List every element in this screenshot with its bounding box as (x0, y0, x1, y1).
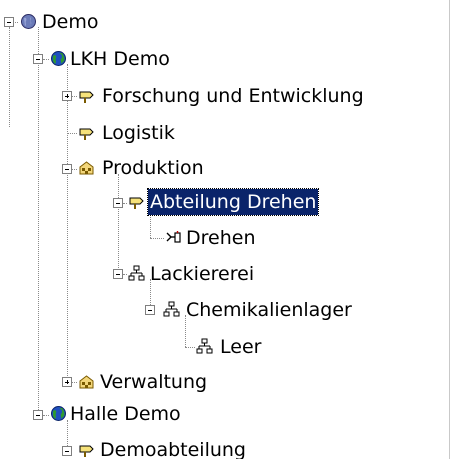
tree-node-drehen[interactable]: Drehen (184, 225, 258, 251)
org-chart-icon (196, 338, 213, 355)
collapse-toggle-halle-demo[interactable] (33, 410, 43, 420)
lathe-icon (165, 229, 182, 246)
tree-connector (150, 238, 164, 239)
signpost-icon (78, 124, 95, 141)
collapse-toggle-abteilung-drehen[interactable] (113, 198, 123, 208)
tree-connector (43, 59, 49, 60)
tree-connector (43, 415, 49, 416)
tree-node-demoabteilung[interactable]: Demoabteilung (98, 437, 248, 459)
tree-node-halle-demo[interactable]: Halle Demo (68, 401, 183, 427)
collapse-toggle-lackiererei[interactable] (113, 269, 123, 279)
collapse-toggle-produktion[interactable] (62, 164, 72, 174)
tree-node-lackiererei[interactable]: Lackiererei (148, 261, 256, 287)
tree-connector (118, 174, 119, 274)
globe-icon (50, 50, 67, 67)
org-chart-icon (163, 301, 180, 318)
tree-node-chemikalienlager[interactable]: Chemikalienlager (184, 297, 354, 323)
tree-connector (72, 169, 77, 170)
tree-connector (123, 203, 127, 204)
tree-connector (72, 382, 77, 383)
tree-connector (72, 96, 77, 97)
tree-connector (123, 274, 127, 275)
factory-icon (78, 159, 95, 176)
org-chart-icon (128, 265, 145, 282)
factory-icon (78, 373, 95, 390)
tree-node-logistik[interactable]: Logistik (100, 120, 177, 146)
expand-toggle-verwaltung[interactable] (62, 377, 72, 387)
expand-toggle-forschung[interactable] (62, 91, 72, 101)
collapse-toggle-demoabteilung[interactable] (62, 446, 72, 456)
signpost-icon (128, 193, 145, 210)
tree-connector (38, 27, 39, 418)
tree-node-abteilung-drehen[interactable]: Abteilung Drehen (146, 188, 320, 216)
signpost-icon (78, 87, 95, 104)
tree-connector (67, 133, 77, 134)
tree-node-leer[interactable]: Leer (218, 334, 263, 360)
globe-gray-icon (20, 13, 37, 30)
tree-node-produktion[interactable]: Produktion (100, 155, 206, 181)
collapse-toggle-lkh-demo[interactable] (33, 54, 43, 64)
tree-connector (185, 347, 195, 348)
tree-node-forschung-und-entwicklung[interactable]: Forschung und Entwicklung (100, 83, 366, 109)
signpost-icon (78, 441, 95, 458)
tree-node-verwaltung[interactable]: Verwaltung (98, 369, 209, 395)
tree-node-demo[interactable]: Demo (40, 9, 100, 35)
tree-node-lkh-demo[interactable]: LKH Demo (68, 46, 172, 72)
collapse-toggle-chemikalienlager[interactable] (145, 305, 155, 315)
globe-icon (50, 405, 67, 422)
tree-border (449, 0, 450, 459)
tree-connector (9, 27, 10, 127)
tree-view[interactable]: Demo LKH Demo Forschung und Entwicklung … (0, 0, 454, 459)
tree-connector (67, 64, 68, 382)
collapse-toggle-demo[interactable] (4, 17, 14, 27)
